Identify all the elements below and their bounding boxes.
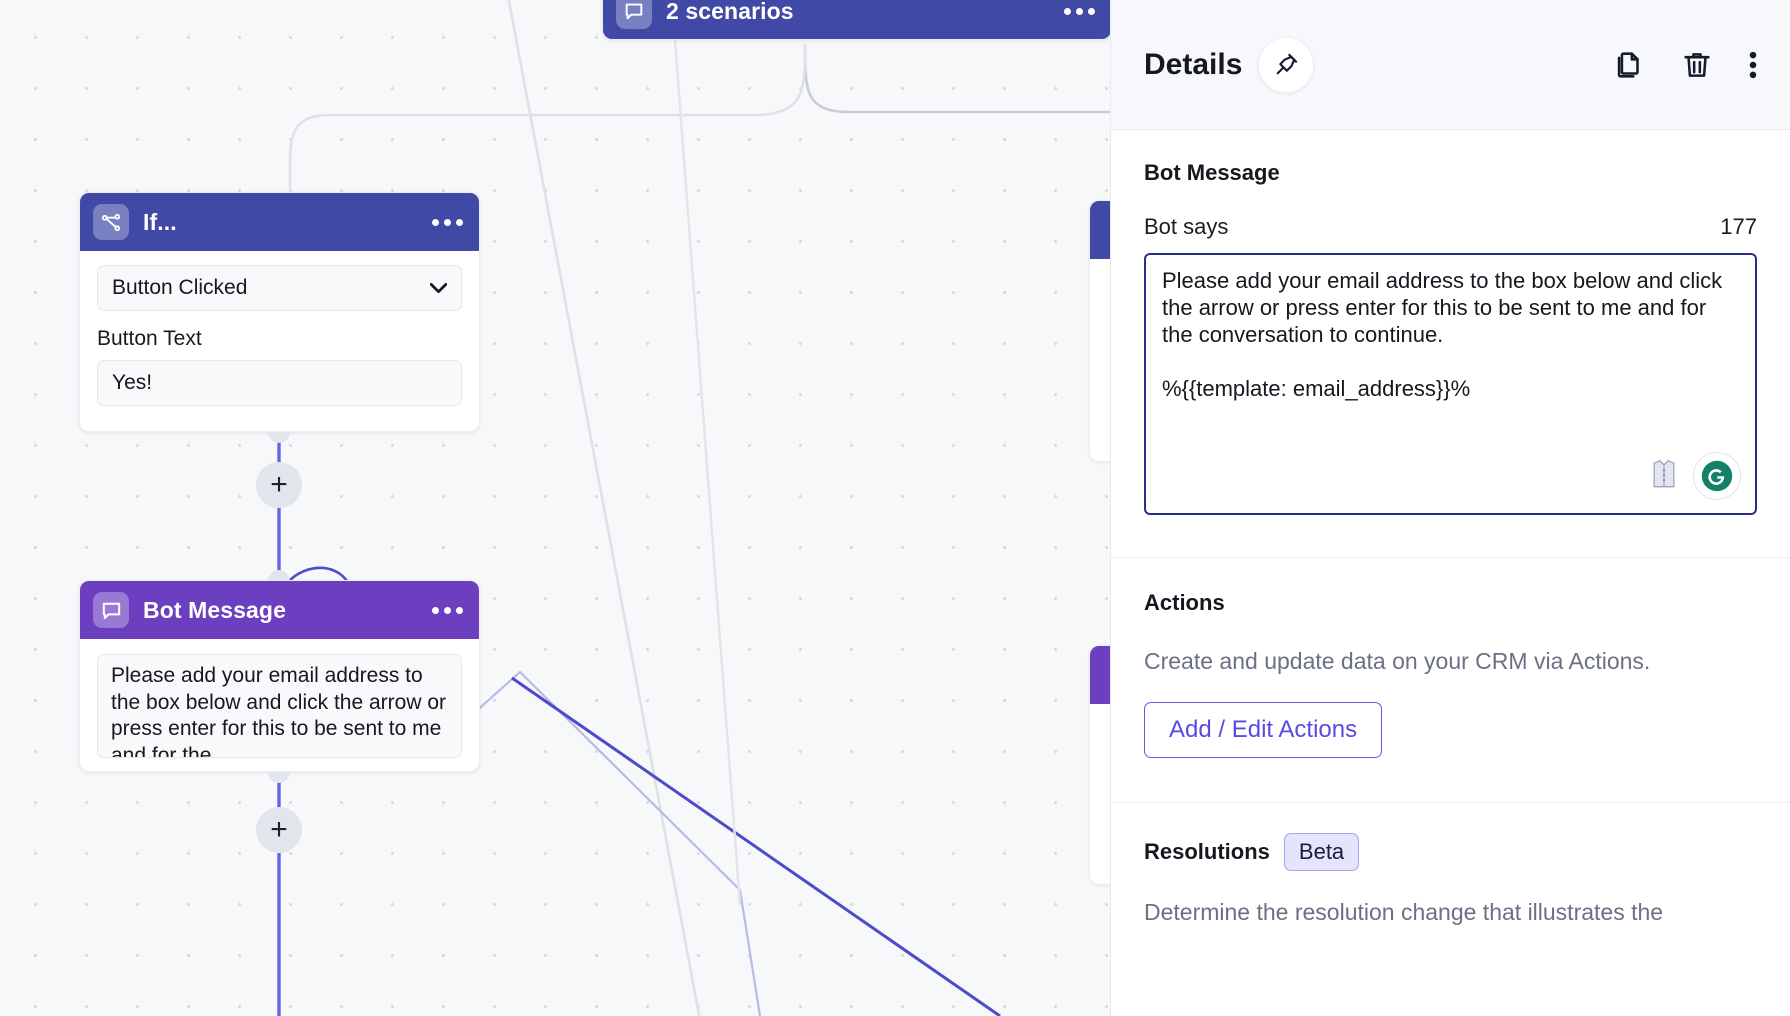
bot-says-textarea[interactable]: Please add your email address to the box… <box>1144 253 1757 515</box>
node-body: Please add your email address to the box… <box>80 639 479 771</box>
more-vertical-icon[interactable] <box>1748 48 1758 82</box>
flow-node-scenarios[interactable]: 2 scenarios <box>602 0 1110 40</box>
section-title: Actions <box>1144 590 1225 615</box>
node-more-icon[interactable] <box>432 218 463 226</box>
chat-bubble-icon <box>93 592 129 628</box>
node-header[interactable]: If... <box>80 193 479 251</box>
editor-badges <box>1649 452 1741 500</box>
details-panel-header: Details <box>1111 0 1790 130</box>
section-bot-message: Bot Message Bot says 177 Please add your… <box>1111 130 1790 515</box>
pin-icon[interactable] <box>1258 36 1315 93</box>
bot-message-preview[interactable]: Please add your email address to the box… <box>97 654 462 758</box>
resolutions-description: Determine the resolution change that ill… <box>1144 899 1664 925</box>
node-output-socket <box>268 432 290 443</box>
node-title: 2 scenarios <box>666 0 794 24</box>
flow-node-partial-right-2[interactable] <box>1089 645 1110 885</box>
section-actions: Actions Create and update data on your C… <box>1111 558 1790 758</box>
node-body: Button Clicked Button Text Yes! <box>80 251 479 424</box>
flow-node-partial-right-1[interactable] <box>1089 200 1110 462</box>
condition-select[interactable]: Button Clicked <box>97 265 462 311</box>
trash-icon[interactable] <box>1680 48 1714 82</box>
node-title: Bot Message <box>143 596 286 623</box>
page-title: Details <box>1144 47 1243 81</box>
node-header[interactable]: Bot Message <box>80 581 479 639</box>
bot-says-row: Bot says 177 <box>1144 214 1757 240</box>
resolutions-title-row: Resolutions Beta <box>1144 833 1757 871</box>
chat-bubble-icon <box>616 0 652 29</box>
node-header <box>1090 646 1110 704</box>
grammarly-icon[interactable] <box>1693 452 1741 500</box>
button-text-input[interactable]: Yes! <box>97 360 462 406</box>
flow-node-if[interactable]: If... Button Clicked Button Text Yes! <box>79 192 480 432</box>
flow-node-bot-message[interactable]: Bot Message Please add your email addres… <box>79 580 480 772</box>
add-edit-actions-button[interactable]: Add / Edit Actions <box>1144 702 1383 758</box>
flow-canvas[interactable]: 2 scenarios If... Button Clicked Button … <box>0 0 1110 1016</box>
character-count: 177 <box>1720 214 1757 239</box>
chevron-down-icon <box>429 276 448 300</box>
node-more-icon[interactable] <box>1064 7 1095 15</box>
plus-icon: + <box>270 813 288 846</box>
add-step-button-1[interactable]: + <box>256 462 302 508</box>
status-badge: Beta <box>1283 833 1360 871</box>
node-output-socket-2 <box>268 772 290 783</box>
node-input-socket <box>268 570 290 581</box>
duplicate-icon[interactable] <box>1612 48 1646 82</box>
actions-description: Create and update data on your CRM via A… <box>1144 648 1651 674</box>
node-title: If... <box>143 208 177 235</box>
bot-says-paragraph-2: %{{template: email_address}}% <box>1162 376 1471 401</box>
plus-icon: + <box>270 468 288 501</box>
details-panel: Details Bot Message Bot says 177 Please … <box>1110 0 1790 1016</box>
section-resolutions: Resolutions Beta Determine the resolutio… <box>1111 803 1790 927</box>
bot-says-label: Bot says <box>1144 214 1229 239</box>
flow-connectors <box>277 0 1110 1016</box>
bot-says-paragraph-1: Please add your email address to the box… <box>1162 268 1723 347</box>
condition-select-value: Button Clicked <box>112 276 248 299</box>
node-header <box>1090 201 1110 259</box>
section-title: Bot Message <box>1144 160 1280 185</box>
button-text-label: Button Text <box>97 327 202 350</box>
details-header-actions <box>1612 48 1758 82</box>
add-step-button-2[interactable]: + <box>256 807 302 853</box>
button-text-value: Yes! <box>112 371 153 394</box>
shirt-icon[interactable] <box>1649 458 1679 495</box>
node-header[interactable]: 2 scenarios <box>603 0 1110 39</box>
branch-split-icon <box>93 204 129 240</box>
section-title: Resolutions <box>1144 839 1270 864</box>
node-more-icon[interactable] <box>432 606 463 614</box>
